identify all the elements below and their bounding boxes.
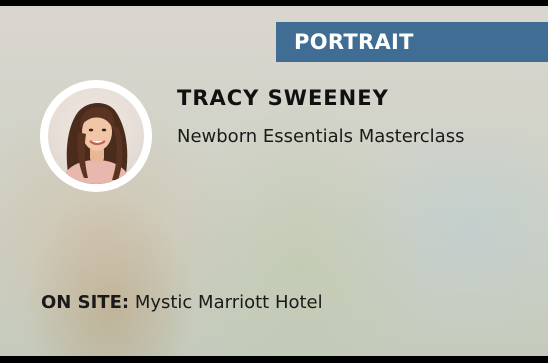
location-label: ON SITE: <box>41 292 130 313</box>
avatar <box>40 80 152 192</box>
course-title: Newborn Essentials Masterclass <box>177 126 465 147</box>
session-card: PORTRAIT TRACY SWEENEY Newborn Essential… <box>0 6 548 356</box>
category-badge-label: PORTRAIT <box>294 30 414 54</box>
portrait-photo <box>48 88 144 184</box>
location-value: Mystic Marriott Hotel <box>134 292 323 313</box>
category-badge: PORTRAIT <box>276 22 548 62</box>
person-portrait-icon <box>60 103 132 184</box>
location-line: ON SITE: Mystic Marriott Hotel <box>41 292 323 313</box>
presenter-name: TRACY SWEENEY <box>177 86 389 110</box>
